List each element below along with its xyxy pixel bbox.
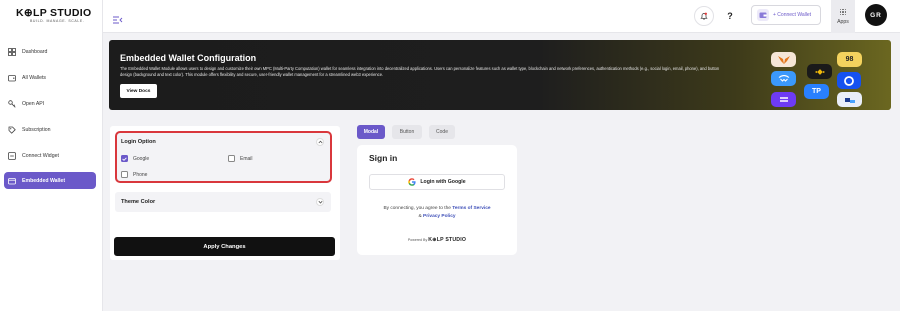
banner-description: The Embedded Wallet Module allows users … xyxy=(120,66,720,77)
terms-text: By connecting, you agree to the Terms of… xyxy=(367,205,507,221)
login-option-highlight xyxy=(115,131,332,183)
wallet-98-tile: 98 xyxy=(837,52,862,67)
grid-icon xyxy=(8,47,16,56)
key-icon xyxy=(8,99,16,108)
brand-tagline: BUILD. MANAGE. SCALE. xyxy=(30,19,85,23)
terms-of-service-link[interactable]: Terms of Service xyxy=(452,206,490,211)
wallet-icon xyxy=(8,74,16,82)
binance-icon xyxy=(807,64,832,79)
signin-title: Sign in xyxy=(369,153,398,163)
wallet-icon xyxy=(757,9,769,21)
apps-label: Apps xyxy=(837,18,849,25)
phantom-icon xyxy=(771,92,796,107)
powered-brand: K⊕LP STUDIO xyxy=(428,237,467,243)
embedded-wallet-icon xyxy=(8,177,16,185)
notification-button[interactable] xyxy=(694,6,714,26)
apply-changes-button[interactable]: Apply Changes xyxy=(114,237,335,256)
sidebar-item-connect-widget[interactable]: Connect Widget xyxy=(4,147,96,164)
sidebar-item-label: Embedded Wallet xyxy=(22,177,66,184)
view-docs-button[interactable]: View Docs xyxy=(120,84,157,98)
subscription-icon xyxy=(8,126,16,134)
avatar[interactable]: GR xyxy=(865,4,887,26)
terms-prefix: By connecting, you agree to the xyxy=(383,206,451,211)
widget-icon xyxy=(8,151,16,160)
ledger-icon xyxy=(837,92,862,107)
signin-preview-card: Sign in Login with Google By connecting,… xyxy=(357,145,517,255)
powered-prefix: Powered By xyxy=(407,238,428,242)
login-with-google-button[interactable]: Login with Google xyxy=(369,174,505,190)
chevron-down-icon[interactable] xyxy=(316,198,324,206)
apps-grid-icon xyxy=(839,8,847,16)
sidebar-item-embedded-wallet[interactable]: Embedded Wallet xyxy=(4,172,96,189)
sidebar-item-label: Dashboard xyxy=(22,48,48,55)
metamask-fox-icon xyxy=(771,52,796,67)
google-icon xyxy=(408,173,416,191)
theme-color-header[interactable]: Theme Color xyxy=(115,192,331,212)
powered-by: Powered By K⊕LP STUDIO xyxy=(357,237,517,243)
sidebar-item-label: Subscription xyxy=(22,126,51,133)
info-banner: Embedded Wallet Configuration The Embedd… xyxy=(109,40,891,110)
help-button[interactable]: ? xyxy=(720,6,740,26)
tab-modal[interactable]: Modal xyxy=(357,125,385,139)
connect-wallet-label: + Connect Wallet xyxy=(773,12,812,18)
menu-collapse-icon[interactable] xyxy=(113,11,123,24)
sidebar-item-all-wallets[interactable]: All Wallets xyxy=(4,69,96,86)
sidebar-item-label: All Wallets xyxy=(22,74,47,81)
tab-button[interactable]: Button xyxy=(392,125,422,139)
theme-color-title: Theme Color xyxy=(121,199,156,205)
brand-logo[interactable]: K⊕LP STUDIO BUILD. MANAGE. SCALE. xyxy=(16,7,92,27)
terms-and: & xyxy=(418,214,422,219)
connect-wallet-button[interactable]: + Connect Wallet xyxy=(751,5,821,25)
sidebar-item-dashboard[interactable]: Dashboard xyxy=(4,43,96,60)
topbar: ? + Connect Wallet Apps GR xyxy=(103,0,900,33)
bell-icon xyxy=(700,7,708,25)
coinbase-icon xyxy=(837,72,861,89)
tokenpocket-tile: TP xyxy=(804,84,829,99)
sidebar-item-label: Connect Widget xyxy=(22,152,59,159)
tab-code[interactable]: Code xyxy=(429,125,455,139)
google-button-label: Login with Google xyxy=(420,179,466,185)
brand-name: K⊕LP STUDIO xyxy=(16,7,92,19)
privacy-policy-link[interactable]: Privacy Policy xyxy=(423,214,456,219)
apps-button[interactable]: Apps xyxy=(831,0,855,33)
sidebar-item-label: Open API xyxy=(22,100,45,107)
banner-title: Embedded Wallet Configuration xyxy=(120,53,257,63)
sidebar-item-subscription[interactable]: Subscription xyxy=(4,121,96,138)
walletconnect-icon xyxy=(771,71,796,86)
sidebar-item-open-api[interactable]: Open API xyxy=(4,95,96,112)
theme-color-section: Theme Color xyxy=(115,192,331,212)
sidebar: K⊕LP STUDIO BUILD. MANAGE. SCALE. Dashbo… xyxy=(0,0,103,311)
